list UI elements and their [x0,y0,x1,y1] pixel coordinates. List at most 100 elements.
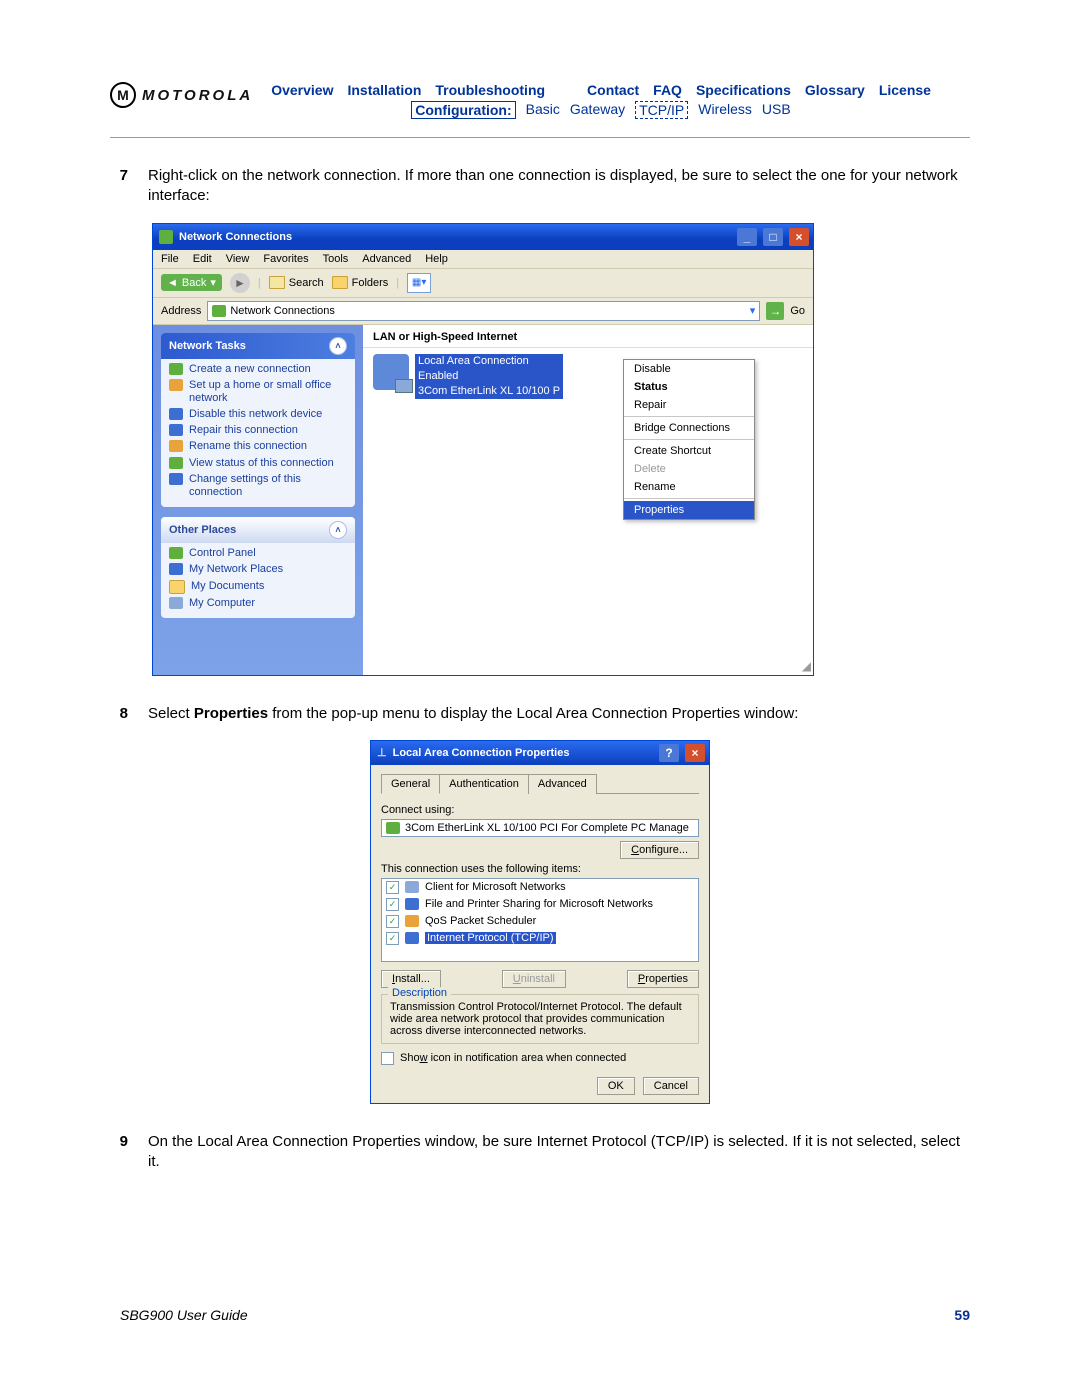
page-number: 59 [954,1307,970,1323]
uses-label: This connection uses the following items… [381,863,699,875]
figure-connection-properties: ⊥ Local Area Connection Properties ? × G… [110,740,970,1104]
nav-tcpip[interactable]: TCP/IP [635,101,688,119]
nav-specifications[interactable]: Specifications [696,82,791,98]
nav-wireless[interactable]: Wireless [698,101,752,119]
nav-usb[interactable]: USB [762,101,791,119]
ctx-properties[interactable]: Properties [624,501,754,519]
maximize-button[interactable]: □ [763,228,783,246]
menu-file[interactable]: File [161,253,179,265]
menu-advanced[interactable]: Advanced [362,253,411,265]
step-9-text: On the Local Area Connection Properties … [148,1132,970,1173]
nav-configuration-label[interactable]: Configuration: [411,101,515,119]
checkbox-icon[interactable]: ✓ [386,932,399,945]
nav-troubleshooting[interactable]: Troubleshooting [435,82,545,98]
cancel-button[interactable]: Cancel [643,1077,699,1095]
disable-icon [169,408,183,420]
go-label: Go [790,305,805,317]
forward-button[interactable]: ► [230,273,250,293]
address-label: Address [161,305,201,317]
task-setup-network[interactable]: Set up a home or small office network [169,379,347,405]
checkbox-icon[interactable]: ✓ [386,898,399,911]
resize-grip-icon[interactable]: ◢ [802,659,811,673]
place-my-documents[interactable]: My Documents [169,580,347,594]
description-box: Description Transmission Control Protoco… [381,994,699,1044]
help-button[interactable]: ? [659,744,679,762]
views-button[interactable]: ▦▾ [407,273,431,293]
task-create-connection[interactable]: Create a new connection [169,363,347,376]
place-my-computer[interactable]: My Computer [169,597,347,610]
configure-button[interactable]: Configure... [620,841,699,859]
place-my-network[interactable]: My Network Places [169,563,347,576]
chevron-down-icon[interactable]: ▾ [750,304,756,317]
menu-favorites[interactable]: Favorites [263,253,308,265]
install-button[interactable]: Install... [381,970,441,988]
ctx-bridge[interactable]: Bridge Connections [624,419,754,437]
uninstall-button: Uninstall [502,970,566,988]
item-client[interactable]: ✓Client for Microsoft Networks [382,879,698,896]
ctx-disable[interactable]: Disable [624,360,754,378]
ctx-repair[interactable]: Repair [624,396,754,414]
task-disable-device[interactable]: Disable this network device [169,408,347,421]
tab-general[interactable]: General [381,774,440,794]
collapse-icon[interactable]: ˄ [329,337,347,355]
place-control-panel[interactable]: Control Panel [169,547,347,560]
ctx-status[interactable]: Status [624,378,754,396]
window-titlebar[interactable]: Network Connections _ □ × [153,224,813,250]
ctx-shortcut[interactable]: Create Shortcut [624,442,754,460]
dialog-titlebar[interactable]: ⊥ Local Area Connection Properties ? × [371,741,709,765]
show-icon-row[interactable]: Show icon in notification area when conn… [381,1052,699,1065]
connection-icon [373,354,409,390]
dialog-body: General Authentication Advanced Connect … [371,765,709,1103]
task-rename[interactable]: Rename this connection [169,440,347,453]
menu-view[interactable]: View [226,253,250,265]
nav-license[interactable]: License [879,82,931,98]
menu-bar: File Edit View Favorites Tools Advanced … [153,250,813,269]
item-qos[interactable]: ✓QoS Packet Scheduler [382,913,698,930]
address-bar: Address Network Connections ▾ → Go [153,298,813,325]
adapter-field: 3Com EtherLink XL 10/100 PCI For Complet… [381,819,699,837]
item-fileprint[interactable]: ✓File and Printer Sharing for Microsoft … [382,896,698,913]
nav-glossary[interactable]: Glossary [805,82,865,98]
share-icon [405,898,419,910]
ok-button[interactable]: OK [597,1077,635,1095]
nav-faq[interactable]: FAQ [653,82,682,98]
item-tcpip[interactable]: ✓Internet Protocol (TCP/IP) [382,930,698,947]
nav-gateway[interactable]: Gateway [570,101,625,119]
chevron-down-icon: ▾ [210,276,216,289]
items-listbox[interactable]: ✓Client for Microsoft Networks ✓File and… [381,878,699,962]
ctx-rename[interactable]: Rename [624,478,754,496]
tab-authentication[interactable]: Authentication [439,774,529,794]
nav-basic[interactable]: Basic [526,101,560,119]
checkbox-icon[interactable]: ✓ [386,915,399,928]
protocol-icon [405,932,419,944]
nav-overview[interactable]: Overview [271,82,333,98]
repair-icon [169,424,183,436]
tab-advanced[interactable]: Advanced [528,774,597,794]
item-properties-button[interactable]: Properties [627,970,699,988]
task-repair[interactable]: Repair this connection [169,424,347,437]
other-places-heading[interactable]: Other Places ˄ [161,517,355,543]
menu-tools[interactable]: Tools [323,253,349,265]
checkbox-icon[interactable]: ✓ [386,881,399,894]
close-button[interactable]: × [789,228,809,246]
nav-installation[interactable]: Installation [347,82,421,98]
back-button[interactable]: ◄Back ▾ [161,274,222,291]
menu-help[interactable]: Help [425,253,448,265]
go-button[interactable]: → [766,302,784,320]
folders-button[interactable]: Folders [332,276,389,289]
computer-icon [169,597,183,609]
step-9-number: 9 [110,1132,128,1173]
network-tasks-heading[interactable]: Network Tasks ˄ [161,333,355,359]
menu-edit[interactable]: Edit [193,253,212,265]
minimize-button[interactable]: _ [737,228,757,246]
connection-item[interactable]: Local Area Connection Enabled 3Com Ether… [373,354,593,400]
top-nav: Overview Installation Troubleshooting Co… [271,82,970,119]
task-change-settings[interactable]: Change settings of this connection [169,473,347,499]
checkbox-icon[interactable] [381,1052,394,1065]
collapse-icon[interactable]: ˄ [329,521,347,539]
task-view-status[interactable]: View status of this connection [169,457,347,470]
nav-contact[interactable]: Contact [587,82,639,98]
close-button[interactable]: × [685,744,705,762]
search-button[interactable]: Search [269,276,324,289]
address-input[interactable]: Network Connections ▾ [207,301,760,321]
